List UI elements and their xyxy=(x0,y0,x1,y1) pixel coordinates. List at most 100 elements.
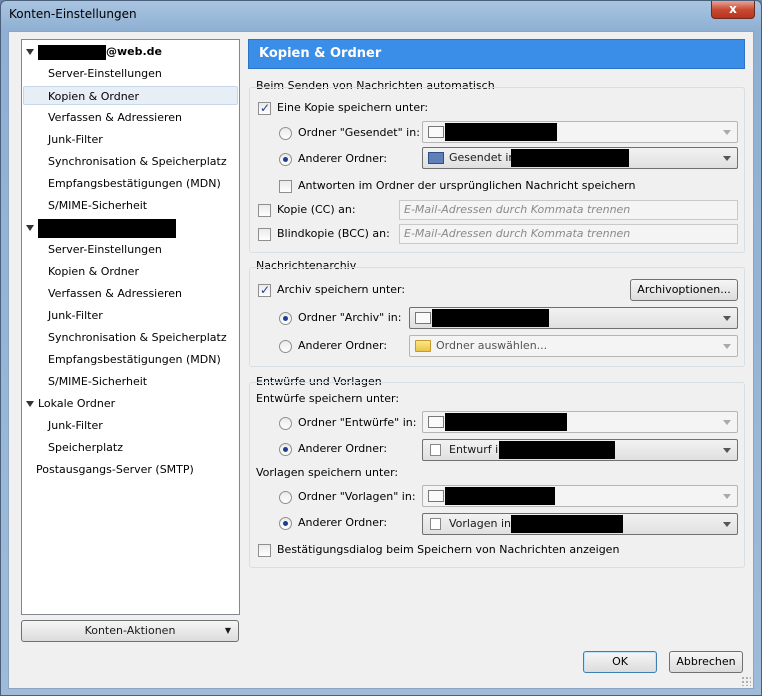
chevron-down-icon xyxy=(723,156,731,161)
redacted-account xyxy=(499,441,615,459)
ok-button[interactable]: OK xyxy=(583,651,657,673)
other-sent-folder-value: Gesendet in xyxy=(449,151,516,164)
tree-item-local-storage[interactable]: Speicherplatz xyxy=(48,438,123,457)
tree-item-server-settings[interactable]: Server-Einstellungen xyxy=(48,64,162,83)
archive-folder-radio[interactable] xyxy=(279,312,292,325)
account-actions-label: Konten-Aktionen xyxy=(84,624,176,637)
chevron-down-icon: ▼ xyxy=(224,626,231,635)
draft-document-icon xyxy=(430,444,441,456)
other-templates-folder-select[interactable]: Vorlagen in xyxy=(422,513,738,535)
other-templates-folder-label: Anderer Ordner: xyxy=(298,516,388,529)
envelope-icon xyxy=(415,312,431,324)
tree-account-2[interactable] xyxy=(26,218,176,238)
chevron-down-icon xyxy=(723,522,731,527)
sent-folder-icon xyxy=(428,152,444,164)
page-title: Kopien & Ordner xyxy=(248,39,745,69)
window-title: Konten-Einstellungen xyxy=(9,7,137,21)
drafts-folder-radio[interactable] xyxy=(279,417,292,430)
bcc-address-field[interactable]: E-Mail-Adressen durch Kommata trennen xyxy=(399,224,738,244)
redacted-account xyxy=(511,515,623,533)
save-copy-checkbox[interactable] xyxy=(258,101,271,115)
expand-arrow-icon[interactable] xyxy=(26,49,34,55)
drafts-folder-label: Ordner "Entwürfe" in: xyxy=(298,416,417,429)
tree-item-sync[interactable]: Synchronisation & Speicherplatz xyxy=(48,152,227,171)
other-sent-folder-radio[interactable] xyxy=(279,153,292,166)
tree-item-sync[interactable]: Synchronisation & Speicherplatz xyxy=(48,328,227,347)
close-button[interactable]: x xyxy=(711,1,755,19)
tree-item-smime[interactable]: S/MIME-Sicherheit xyxy=(48,196,147,215)
save-archive-label: Archiv speichern unter: xyxy=(277,283,406,296)
chevron-down-icon xyxy=(723,130,731,135)
chevron-down-icon xyxy=(723,420,731,425)
tree-local-folders[interactable]: Lokale Ordner xyxy=(26,394,115,413)
other-drafts-folder-select[interactable]: Entwurf in xyxy=(422,439,738,461)
redacted-account xyxy=(432,309,549,327)
settings-pane: Kopien & Ordner Beim Senden von Nachrich… xyxy=(248,39,745,615)
account-email-suffix: @web.de xyxy=(106,45,163,58)
tree-item-copies-folders[interactable]: Kopien & Ordner xyxy=(23,86,238,105)
sent-folder-select[interactable] xyxy=(422,121,738,143)
other-drafts-folder-radio[interactable] xyxy=(279,443,292,456)
drafts-folder-select[interactable] xyxy=(422,411,738,433)
archive-folder-select[interactable] xyxy=(409,307,738,329)
tree-item-server-settings[interactable]: Server-Einstellungen xyxy=(48,240,162,259)
account-actions-button[interactable]: Konten-Aktionen ▼ xyxy=(21,620,239,642)
choose-archive-folder-select[interactable]: Ordner auswählen... xyxy=(409,335,738,357)
sent-folder-radio[interactable] xyxy=(279,127,292,140)
chevron-down-icon xyxy=(723,344,731,349)
cc-address-field[interactable]: E-Mail-Adressen durch Kommata trennen xyxy=(399,200,738,220)
redacted-account-name xyxy=(38,44,106,60)
template-folder-value: Vorlagen in xyxy=(449,517,511,530)
reply-in-folder-checkbox[interactable] xyxy=(279,180,292,193)
templates-folder-radio[interactable] xyxy=(279,491,292,504)
other-templates-folder-radio[interactable] xyxy=(279,517,292,530)
tree-account-webde[interactable]: @web.de xyxy=(26,42,162,61)
chevron-down-icon xyxy=(723,316,731,321)
templates-folder-label: Ordner "Vorlagen" in: xyxy=(298,490,416,503)
templates-save-label: Vorlagen speichern unter: xyxy=(256,466,399,479)
folder-icon xyxy=(415,340,431,352)
draft-folder-value: Entwurf in xyxy=(449,443,506,456)
tree-item-compose[interactable]: Verfassen & Adressieren xyxy=(48,108,182,127)
tree-item-smtp[interactable]: Postausgangs-Server (SMTP) xyxy=(36,460,194,479)
other-drafts-folder-label: Anderer Ordner: xyxy=(298,442,388,455)
template-document-icon xyxy=(430,518,441,530)
expand-arrow-icon[interactable] xyxy=(26,225,34,231)
confirm-dialog-checkbox[interactable] xyxy=(258,544,271,557)
dialog-client-area: @web.de Server-Einstellungen Kopien & Or… xyxy=(8,31,754,689)
sent-folder-label: Ordner "Gesendet" in: xyxy=(298,126,420,139)
tree-item-local-junk[interactable]: Junk-Filter xyxy=(48,416,103,435)
cc-checkbox[interactable] xyxy=(258,204,271,217)
tree-item-copies-folders[interactable]: Kopien & Ordner xyxy=(48,262,139,281)
cancel-button[interactable]: Abbrechen xyxy=(669,651,743,673)
tree-item-mdn[interactable]: Empfangsbestätigungen (MDN) xyxy=(48,174,221,193)
tree-item-mdn[interactable]: Empfangsbestätigungen (MDN) xyxy=(48,350,221,369)
envelope-icon xyxy=(428,416,444,428)
other-sent-folder-select[interactable]: Gesendet in xyxy=(422,147,738,169)
choose-folder-placeholder: Ordner auswählen... xyxy=(436,339,548,352)
expand-arrow-icon[interactable] xyxy=(26,401,34,407)
chevron-down-icon xyxy=(723,494,731,499)
tree-item-junk[interactable]: Junk-Filter xyxy=(48,130,103,149)
account-tree[interactable]: @web.de Server-Einstellungen Kopien & Or… xyxy=(21,39,240,615)
resize-grip-icon[interactable] xyxy=(741,676,751,686)
bcc-label: Blindkopie (BCC) an: xyxy=(277,227,390,240)
save-archive-checkbox[interactable] xyxy=(258,283,271,297)
confirm-dialog-label: Bestätigungsdialog beim Speichern von Na… xyxy=(277,543,620,556)
local-folders-label: Lokale Ordner xyxy=(38,397,116,410)
tree-item-junk[interactable]: Junk-Filter xyxy=(48,306,103,325)
archive-options-button[interactable]: Archivoptionen... xyxy=(630,279,738,301)
title-bar: Konten-Einstellungen x xyxy=(1,1,761,27)
bcc-checkbox[interactable] xyxy=(258,228,271,241)
tree-item-smime[interactable]: S/MIME-Sicherheit xyxy=(48,372,147,391)
redacted-account xyxy=(445,123,557,141)
templates-folder-select[interactable] xyxy=(422,485,738,507)
reply-in-folder-label: Antworten im Ordner der ursprünglichen N… xyxy=(298,179,636,192)
redacted-account xyxy=(445,487,555,505)
tree-item-compose[interactable]: Verfassen & Adressieren xyxy=(48,284,182,303)
cc-label: Kopie (CC) an: xyxy=(277,203,356,216)
redacted-account xyxy=(445,413,567,431)
other-archive-folder-radio[interactable] xyxy=(279,340,292,353)
account-settings-window: Konten-Einstellungen x @web.de Server-Ei… xyxy=(0,0,762,696)
redacted-account-name xyxy=(38,218,176,238)
